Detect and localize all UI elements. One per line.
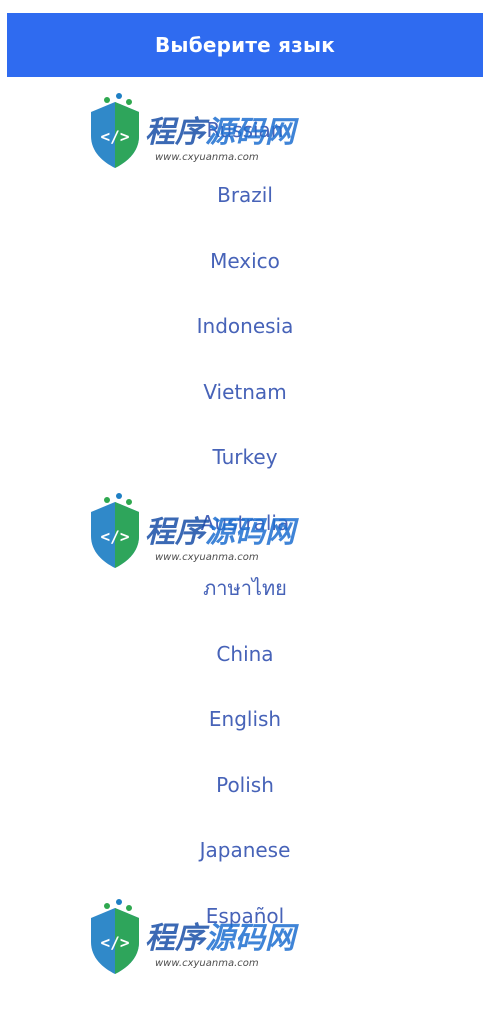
language-select-screen: Выберите язык Russian Brazil Mexico Indo… xyxy=(0,0,490,1024)
svg-text:www.cxyuanma.com: www.cxyuanma.com xyxy=(155,958,259,969)
language-item-indonesia[interactable]: Indonesia xyxy=(0,294,490,360)
language-item-japanese[interactable]: Japanese xyxy=(0,818,490,884)
language-item-english[interactable]: English xyxy=(0,687,490,753)
page-title: Выберите язык xyxy=(154,33,336,57)
language-list: Russian Brazil Mexico Indonesia Vietnam … xyxy=(0,97,490,949)
language-item-turkey[interactable]: Turkey xyxy=(0,425,490,491)
header-bar: Выберите язык xyxy=(7,13,483,77)
language-item-china[interactable]: China xyxy=(0,621,490,687)
language-item-australia[interactable]: Australia xyxy=(0,490,490,556)
language-item-vietnam[interactable]: Vietnam xyxy=(0,359,490,425)
language-item-espanol[interactable]: Español xyxy=(0,883,490,949)
language-item-russian[interactable]: Russian xyxy=(0,97,490,163)
language-item-brazil[interactable]: Brazil xyxy=(0,163,490,229)
language-item-mexico[interactable]: Mexico xyxy=(0,228,490,294)
language-item-thai[interactable]: ภาษาไทย xyxy=(0,556,490,622)
language-item-polish[interactable]: Polish xyxy=(0,752,490,818)
